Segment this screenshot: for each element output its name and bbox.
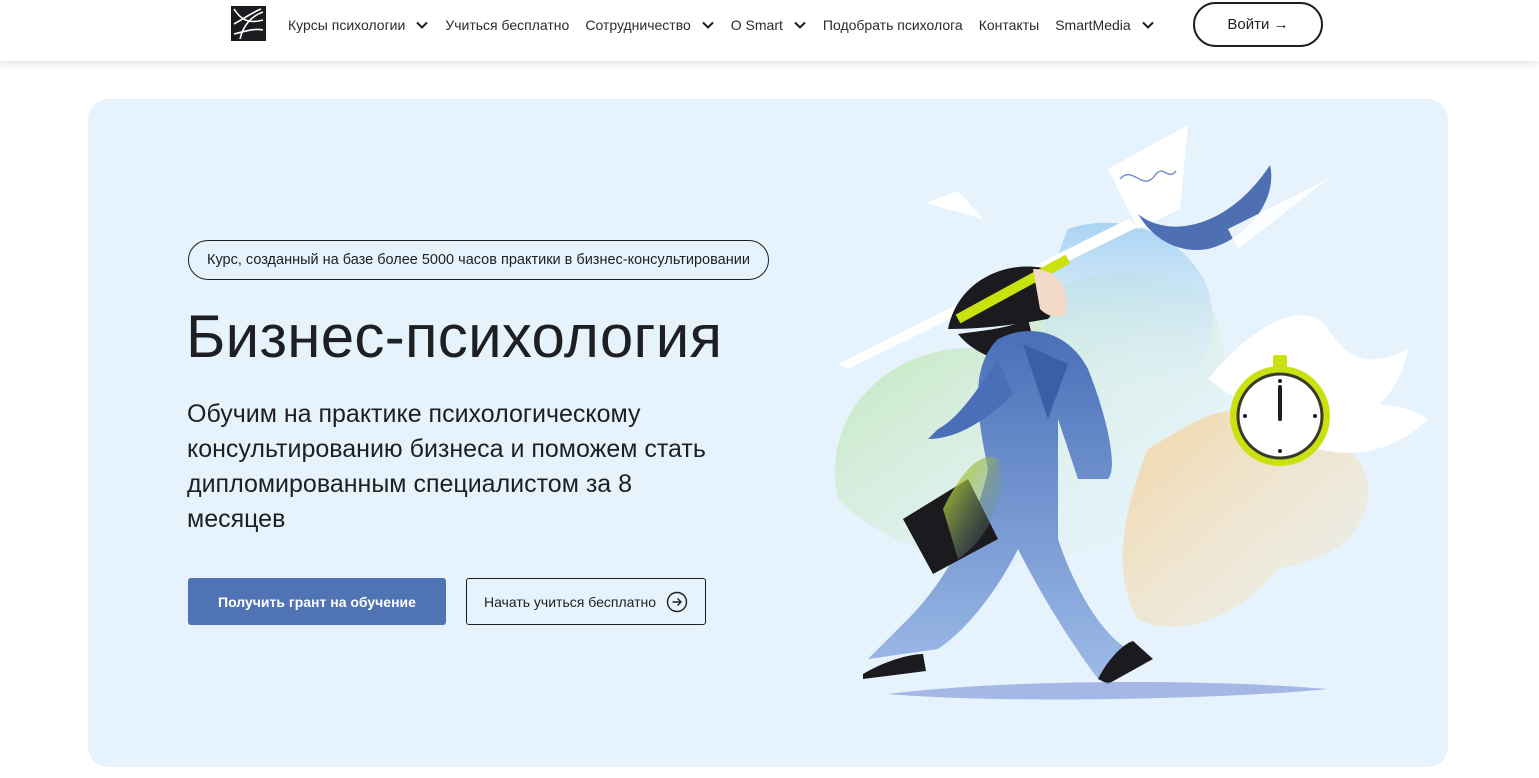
chevron-down-icon bbox=[416, 21, 429, 29]
nav-item-courses[interactable]: Курсы психологии bbox=[288, 17, 429, 33]
logo[interactable] bbox=[231, 6, 266, 41]
get-grant-button[interactable]: Получить грант на обучение bbox=[188, 578, 446, 625]
chevron-down-icon bbox=[1141, 21, 1154, 29]
businesswoman-illustration bbox=[834, 125, 1428, 700]
chevron-down-icon bbox=[702, 21, 714, 29]
nav-item-contacts[interactable]: Контакты bbox=[979, 17, 1039, 33]
start-free-button[interactable]: Начать учиться бесплатно bbox=[466, 578, 706, 625]
nav-item-label: Учиться бесплатно bbox=[445, 17, 570, 33]
main-nav: Курсы психологии Учиться бесплатно Сотру… bbox=[288, 0, 1171, 50]
login-button[interactable]: Войти → bbox=[1193, 2, 1323, 47]
hero-section: Курс, созданный на базе более 5000 часов… bbox=[88, 99, 1448, 767]
nav-item-label: О Smart bbox=[730, 17, 783, 33]
nav-item-free-learning[interactable]: Учиться бесплатно bbox=[445, 17, 569, 33]
page-title: Бизнес-психология bbox=[186, 303, 723, 370]
nav-item-label: SmartMedia bbox=[1055, 17, 1131, 33]
nav-item-label: Сотрудничество bbox=[585, 17, 691, 33]
get-grant-button-label: Получить грант на обучение bbox=[218, 593, 416, 610]
nav-item-find-psychologist[interactable]: Подобрать психолога bbox=[823, 17, 963, 33]
nav-item-label: Контакты bbox=[978, 17, 1040, 33]
nav-item-cooperation[interactable]: Сотрудничество bbox=[585, 17, 714, 33]
arrow-right-circle-icon bbox=[666, 591, 688, 612]
nav-item-about[interactable]: О Smart bbox=[731, 17, 807, 33]
start-free-button-label: Начать учиться бесплатно bbox=[483, 593, 657, 610]
logo-mark bbox=[233, 8, 264, 40]
nav-item-smartmedia[interactable]: SmartMedia bbox=[1055, 17, 1154, 33]
nav-item-label: Подобрать психолога bbox=[822, 17, 963, 33]
nav-item-label: Курсы психологии bbox=[288, 17, 406, 33]
site-header: Курсы психологии Учиться бесплатно Сотру… bbox=[0, 0, 1539, 61]
chevron-down-icon bbox=[794, 21, 806, 29]
course-badge: Курс, созданный на базе более 5000 часов… bbox=[188, 240, 769, 280]
hero-subtitle: Обучим на практике психологическому конс… bbox=[187, 400, 706, 533]
